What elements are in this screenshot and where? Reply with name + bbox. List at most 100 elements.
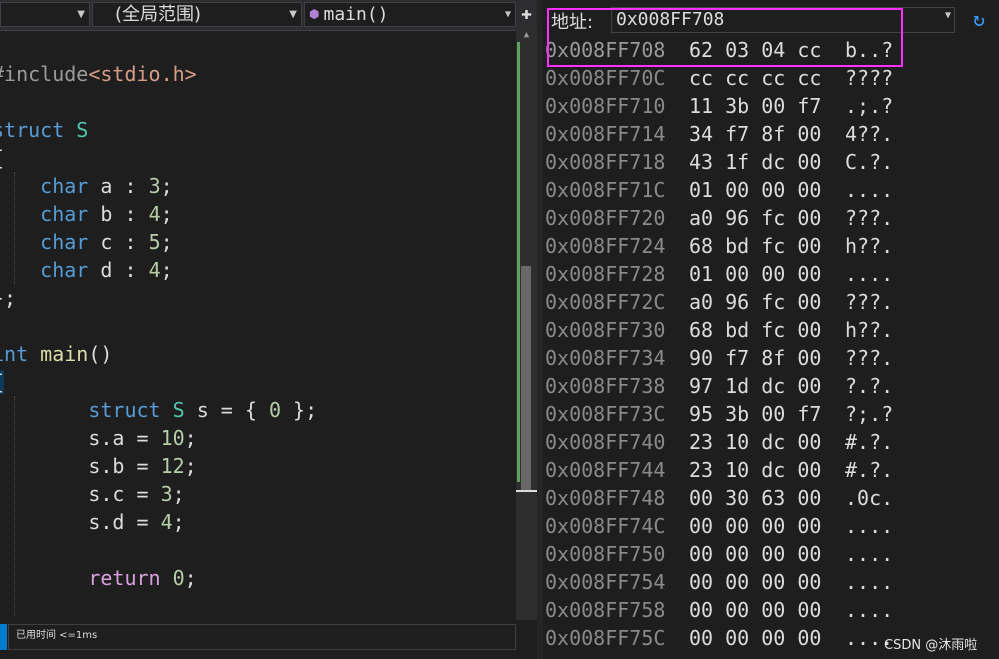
- memory-ascii: ?;.?: [845, 402, 894, 426]
- code-token: 4: [160, 510, 173, 534]
- editor-vertical-scrollbar[interactable]: ▲: [516, 30, 537, 620]
- caret-position-marker: [516, 490, 537, 492]
- memory-bytes: cc cc cc cc: [689, 66, 822, 90]
- code-token: ;: [184, 566, 197, 590]
- memory-ascii: .0c.: [845, 486, 894, 510]
- memory-address: 0x008FF730: [545, 318, 666, 342]
- memory-address: 0x008FF70C: [545, 66, 666, 90]
- memory-ascii: ....: [845, 570, 894, 594]
- code-token: 4: [148, 202, 161, 226]
- memory-bytes: 00 00 00 00: [689, 570, 822, 594]
- code-line[interactable]: {: [0, 144, 4, 172]
- memory-ascii: ???.: [845, 206, 894, 230]
- code-token: s.b =: [0, 454, 161, 478]
- memory-address: 0x008FF72C: [545, 290, 666, 314]
- code-line[interactable]: s.b = 12;: [0, 452, 197, 480]
- code-token: char: [40, 202, 89, 226]
- code-token: a :: [88, 174, 149, 198]
- code-token: s.d =: [0, 510, 161, 534]
- code-line[interactable]: char c : 5;: [0, 228, 173, 256]
- code-token: 0: [172, 566, 185, 590]
- project-dropdown[interactable]: ▼: [0, 2, 90, 27]
- memory-ascii: .;.?: [845, 94, 894, 118]
- code-line[interactable]: {: [0, 368, 5, 396]
- scope-label: (全局范围): [115, 4, 202, 25]
- code-token: b :: [88, 202, 149, 226]
- memory-ascii: h??.: [845, 234, 894, 258]
- code-area[interactable]: #include<stdio.h>struct S{ char a : 3; c…: [0, 30, 516, 620]
- memory-ascii: ....: [845, 262, 894, 286]
- code-token: #include: [0, 62, 89, 86]
- code-token: ;: [184, 454, 197, 478]
- memory-bytes: 00 00 00 00: [689, 626, 822, 650]
- code-token: s = {: [184, 398, 269, 422]
- code-line[interactable]: char a : 3;: [0, 172, 173, 200]
- code-line[interactable]: struct S: [0, 116, 88, 144]
- address-input[interactable]: 0x008FF708: [611, 7, 955, 33]
- memory-ascii: ????: [845, 66, 894, 90]
- code-token: <stdio.h>: [88, 62, 197, 86]
- function-dropdown[interactable]: ⬢ main() ▼: [304, 2, 516, 27]
- code-line[interactable]: struct S s = { 0 };: [0, 396, 317, 424]
- change-tracking-bar: [517, 42, 520, 482]
- code-line[interactable]: s.c = 3;: [0, 480, 185, 508]
- code-line[interactable]: };: [0, 284, 16, 312]
- code-line[interactable]: #include<stdio.h>: [0, 60, 197, 88]
- memory-ascii: #.?.: [845, 430, 894, 454]
- code-token: d :: [88, 258, 149, 282]
- code-token: struct: [0, 118, 65, 142]
- memory-bytes: 00 00 00 00: [689, 542, 822, 566]
- memory-bytes: 23 10 dc 00: [689, 458, 822, 482]
- code-token: ;: [172, 482, 185, 506]
- memory-ascii: ....: [845, 598, 894, 622]
- memory-address: 0x008FF740: [545, 430, 666, 454]
- code-token: struct: [88, 398, 161, 422]
- memory-ascii: ???.: [845, 290, 894, 314]
- memory-address: 0x008FF74C: [545, 514, 666, 538]
- chevron-down-icon[interactable]: ▼: [945, 10, 951, 21]
- code-token: };: [0, 286, 17, 310]
- memory-address: 0x008FF73C: [545, 402, 666, 426]
- code-line[interactable]: char d : 4;: [0, 256, 172, 284]
- memory-address: 0x008FF708: [545, 38, 666, 62]
- scrollbar-thumb[interactable]: [521, 266, 531, 492]
- memory-bytes: 90 f7 8f 00: [689, 346, 822, 370]
- split-editor-button[interactable]: ✚: [516, 0, 537, 30]
- refresh-icon[interactable]: ↻: [967, 6, 991, 32]
- watermark: CSDN @沐雨啦: [884, 638, 978, 653]
- memory-ascii: ....: [845, 542, 894, 566]
- scope-dropdown[interactable]: (全局范围) ▼: [92, 2, 302, 27]
- memory-ascii: b..?: [845, 38, 894, 62]
- memory-ascii: ?.?.: [845, 374, 894, 398]
- memory-address: 0x008FF748: [545, 486, 666, 510]
- code-line[interactable]: char b : 4;: [0, 200, 172, 228]
- memory-ascii: #.?.: [845, 458, 894, 482]
- memory-ascii: ....: [845, 514, 894, 538]
- navigation-bar: ▼ (全局范围) ▼ ⬢ main() ▼: [0, 0, 516, 31]
- code-token: ;: [172, 510, 185, 534]
- memory-bytes: 11 3b 00 f7: [689, 94, 822, 118]
- memory-rows[interactable]: 0x008FF708 62 03 04 cc b..? 0x008FF70C cc cc…: [543, 38, 999, 659]
- code-line[interactable]: return 0;: [0, 564, 197, 592]
- memory-address: 0x008FF758: [545, 598, 666, 622]
- memory-bytes: 95 3b 00 f7: [689, 402, 822, 426]
- memory-address: 0x008FF728: [545, 262, 666, 286]
- code-token: 3: [160, 482, 173, 506]
- code-token: ;: [160, 174, 173, 198]
- memory-address: 0x008FF720: [545, 206, 666, 230]
- memory-bytes: 01 00 00 00: [689, 262, 822, 286]
- code-token: c :: [88, 230, 149, 254]
- code-line[interactable]: s.d = 4;: [0, 508, 185, 536]
- memory-address: 0x008FF71C: [545, 178, 666, 202]
- code-token: int: [0, 342, 29, 366]
- code-token: ;: [160, 230, 173, 254]
- code-line[interactable]: s.a = 10;: [0, 424, 196, 452]
- memory-bytes: 00 30 63 00: [689, 486, 822, 510]
- code-line[interactable]: int main(): [0, 340, 112, 368]
- memory-ascii: h??.: [845, 318, 894, 342]
- status-indicator: [0, 624, 7, 650]
- scroll-up-arrow-icon[interactable]: ▲: [516, 30, 537, 40]
